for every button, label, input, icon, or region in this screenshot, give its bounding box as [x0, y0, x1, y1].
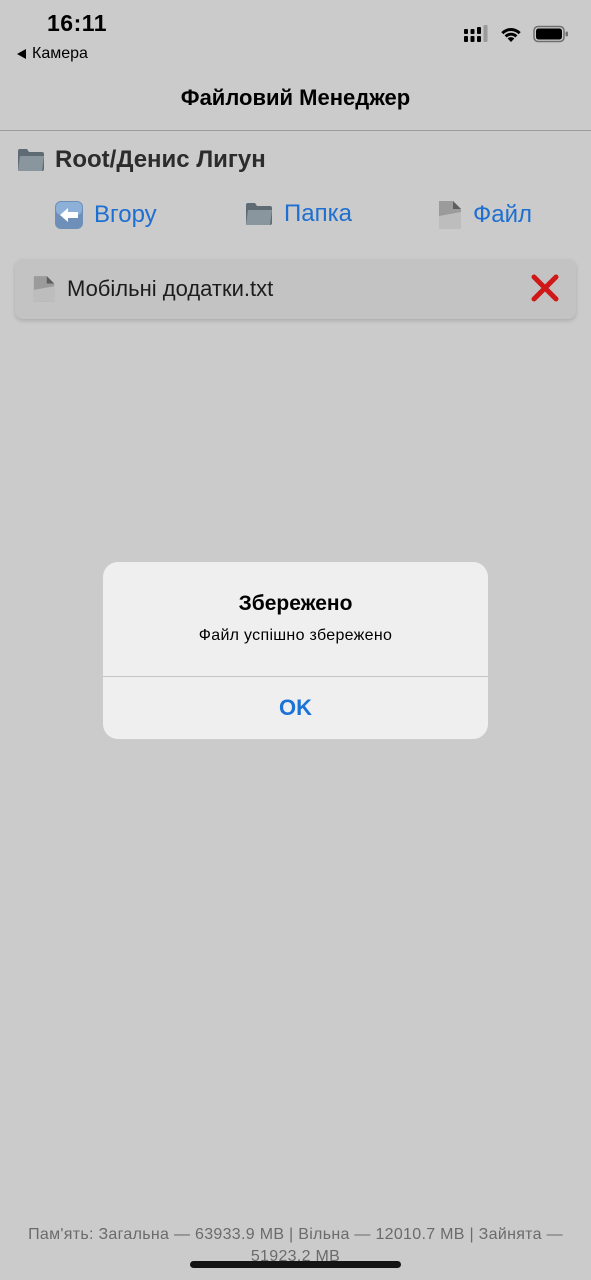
back-triangle-icon — [17, 49, 26, 59]
up-button[interactable]: Вгору — [54, 200, 157, 230]
new-file-button[interactable]: Файл — [437, 200, 532, 230]
up-button-label: Вгору — [94, 201, 157, 228]
nav-divider — [0, 130, 591, 131]
delete-file-button[interactable] — [530, 273, 560, 308]
current-path: Root/Денис Лигун — [16, 146, 266, 174]
alert-ok-button[interactable]: OK — [103, 677, 488, 739]
battery-icon — [533, 25, 568, 43]
back-to-app-button[interactable]: Камера — [17, 45, 88, 63]
file-name: Мобільні додатки.txt — [67, 276, 274, 301]
folder-icon — [246, 203, 272, 225]
alert-title: Збережено — [238, 592, 353, 615]
folder-icon — [18, 149, 44, 171]
arrow-left-icon — [55, 201, 83, 229]
new-folder-button[interactable]: Папка — [244, 200, 352, 228]
document-icon — [33, 276, 55, 302]
nav-title: Файловий Менеджер — [180, 85, 411, 110]
status-time: 16:11 — [47, 10, 108, 36]
alert-dialog: Збережено Файл успішно збережено OK — [103, 562, 488, 739]
close-icon — [531, 274, 559, 302]
back-app-label: Камера — [32, 45, 88, 62]
alert-message: Файл успішно збережено — [198, 627, 393, 644]
home-indicator[interactable] — [190, 1261, 401, 1268]
cellular-signal-icon — [464, 25, 488, 42]
wifi-icon — [501, 28, 521, 42]
file-list-item[interactable]: Мобільні додатки.txt — [15, 259, 576, 319]
status-icons — [463, 24, 569, 44]
new-folder-button-label: Папка — [284, 200, 352, 227]
new-file-button-label: Файл — [473, 201, 533, 228]
path-text: Root/Денис Лигун — [55, 146, 266, 173]
document-icon — [439, 201, 461, 229]
